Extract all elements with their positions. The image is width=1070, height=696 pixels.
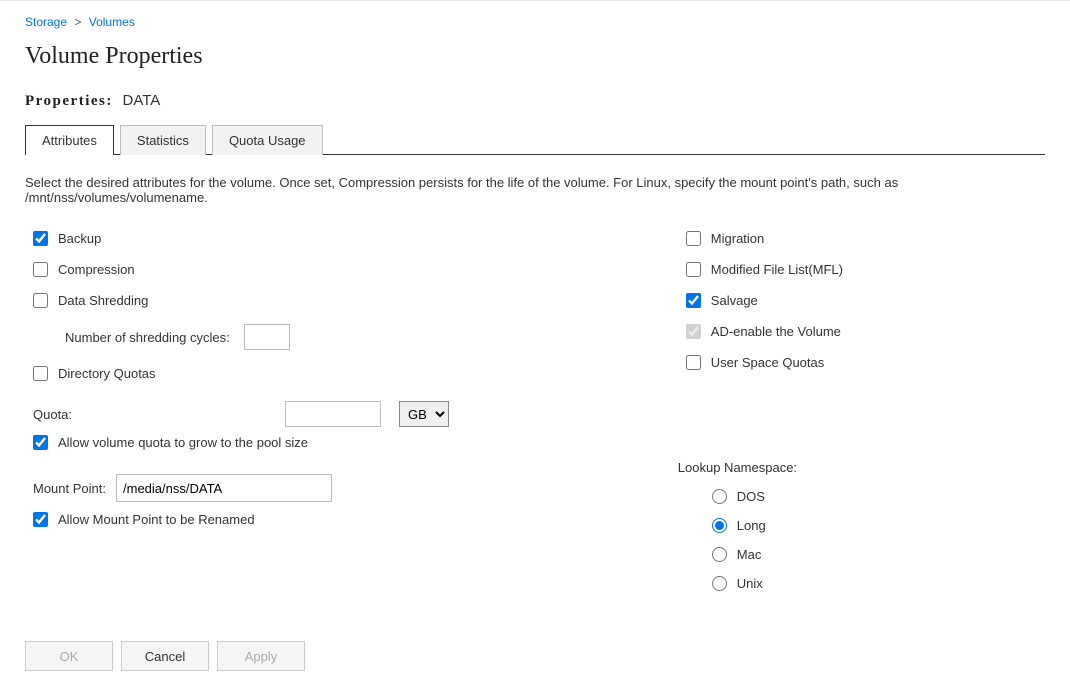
tabs: Attributes Statistics Quota Usage — [25, 124, 1045, 155]
page-title: Volume Properties — [25, 43, 1045, 70]
directory-quotas-label: Directory Quotas — [58, 366, 156, 381]
namespace-mac-label: Mac — [737, 547, 762, 562]
description-text: Select the desired attributes for the vo… — [25, 175, 1045, 205]
breadcrumb-volumes[interactable]: Volumes — [89, 15, 135, 29]
mount-point-input[interactable] — [116, 474, 332, 502]
ad-enable-checkbox — [686, 324, 701, 339]
user-space-quotas-checkbox[interactable] — [686, 355, 701, 370]
shredding-cycles-label: Number of shredding cycles: — [65, 330, 230, 345]
mfl-label: Modified File List(MFL) — [711, 262, 843, 277]
namespace-long-label: Long — [737, 518, 766, 533]
namespace-long-radio[interactable] — [712, 518, 727, 533]
backup-label: Backup — [58, 231, 101, 246]
salvage-label: Salvage — [711, 293, 758, 308]
compression-label: Compression — [58, 262, 135, 277]
mfl-checkbox[interactable] — [686, 262, 701, 277]
quota-label: Quota: — [25, 407, 285, 422]
properties-value: DATA — [123, 92, 161, 109]
user-space-quotas-label: User Space Quotas — [711, 355, 824, 370]
tab-statistics[interactable]: Statistics — [120, 125, 206, 155]
cancel-button[interactable]: Cancel — [121, 641, 209, 671]
compression-checkbox[interactable] — [33, 262, 48, 277]
lookup-namespace-label: Lookup Namespace: — [678, 460, 1045, 475]
ok-button: OK — [25, 641, 113, 671]
shredding-cycles-input[interactable] — [244, 324, 290, 350]
namespace-mac-radio[interactable] — [712, 547, 727, 562]
allow-quota-grow-checkbox[interactable] — [33, 435, 48, 450]
tab-quota-usage[interactable]: Quota Usage — [212, 125, 323, 155]
data-shredding-checkbox[interactable] — [33, 293, 48, 308]
data-shredding-label: Data Shredding — [58, 293, 148, 308]
quota-unit-select[interactable]: GB MB TB — [399, 401, 449, 427]
backup-checkbox[interactable] — [33, 231, 48, 246]
mount-point-label: Mount Point: — [25, 481, 106, 496]
apply-button: Apply — [217, 641, 305, 671]
migration-checkbox[interactable] — [686, 231, 701, 246]
allow-quota-grow-label: Allow volume quota to grow to the pool s… — [58, 435, 308, 450]
tab-attributes[interactable]: Attributes — [25, 125, 114, 155]
namespace-dos-label: DOS — [737, 489, 765, 504]
breadcrumb-separator: > — [74, 15, 81, 29]
namespace-unix-radio[interactable] — [712, 576, 727, 591]
allow-mount-rename-label: Allow Mount Point to be Renamed — [58, 512, 255, 527]
breadcrumb: Storage > Volumes — [25, 11, 1045, 43]
quota-input[interactable] — [285, 401, 381, 427]
breadcrumb-storage[interactable]: Storage — [25, 15, 67, 29]
properties-label: Properties: — [25, 93, 113, 109]
salvage-checkbox[interactable] — [686, 293, 701, 308]
allow-mount-rename-checkbox[interactable] — [33, 512, 48, 527]
namespace-unix-label: Unix — [737, 576, 763, 591]
directory-quotas-checkbox[interactable] — [33, 366, 48, 381]
namespace-dos-radio[interactable] — [712, 489, 727, 504]
ad-enable-label: AD-enable the Volume — [711, 324, 841, 339]
migration-label: Migration — [711, 231, 764, 246]
